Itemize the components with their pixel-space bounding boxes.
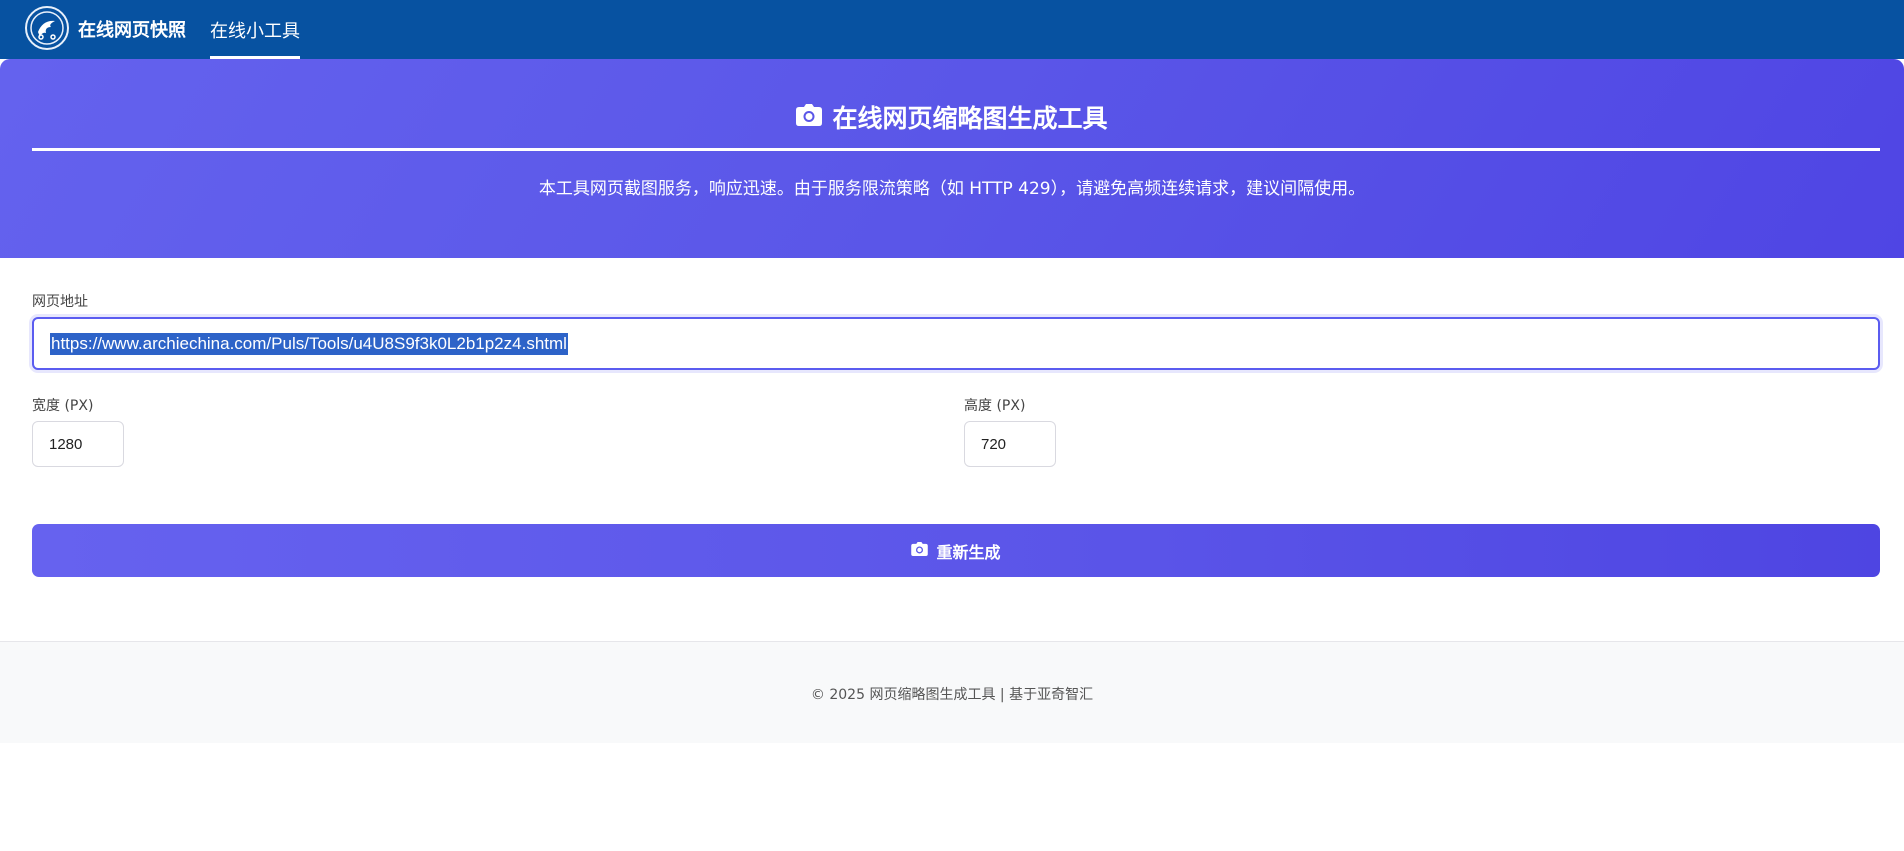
nav-item-tools[interactable]: 在线小工具 — [210, 0, 300, 59]
page-footer: © 2025 网页缩略图生成工具 | 基于亚奇智汇 — [0, 641, 1904, 743]
regenerate-button[interactable]: 重新生成 — [32, 524, 1880, 577]
height-label: 高度 (PX) — [964, 398, 1026, 414]
camera-icon — [911, 541, 929, 560]
regenerate-button-label: 重新生成 — [936, 542, 1001, 562]
url-input[interactable]: https://www.archiechina.com/Puls/Tools/u… — [32, 317, 1880, 370]
page-title-text: 在线网页缩略图生成工具 — [832, 104, 1108, 133]
width-label: 宽度 (PX) — [32, 398, 94, 414]
site-logo-icon[interactable] — [25, 6, 69, 50]
top-navbar: 在线网页快照 在线小工具 — [0, 0, 1904, 59]
page-title: 在线网页缩略图生成工具 — [0, 99, 1904, 135]
camera-icon — [796, 103, 823, 132]
url-input-value[interactable]: https://www.archiechina.com/Puls/Tools/u… — [50, 332, 568, 355]
width-input[interactable]: 1280 — [32, 421, 124, 467]
hero-banner: 在线网页缩略图生成工具 本工具网页截图服务，响应迅速。由于服务限流策略（如 HT… — [0, 59, 1904, 258]
url-label: 网页地址 — [32, 294, 88, 310]
height-input[interactable]: 720 — [964, 421, 1056, 467]
footer-copyright: © 2025 网页缩略图生成工具 | 基于亚奇智汇 — [810, 687, 1094, 703]
page-description: 本工具网页截图服务，响应迅速。由于服务限流策略（如 HTTP 429），请避免高… — [538, 179, 1366, 199]
site-brand[interactable]: 在线网页快照 — [78, 16, 186, 42]
title-divider — [32, 148, 1880, 151]
